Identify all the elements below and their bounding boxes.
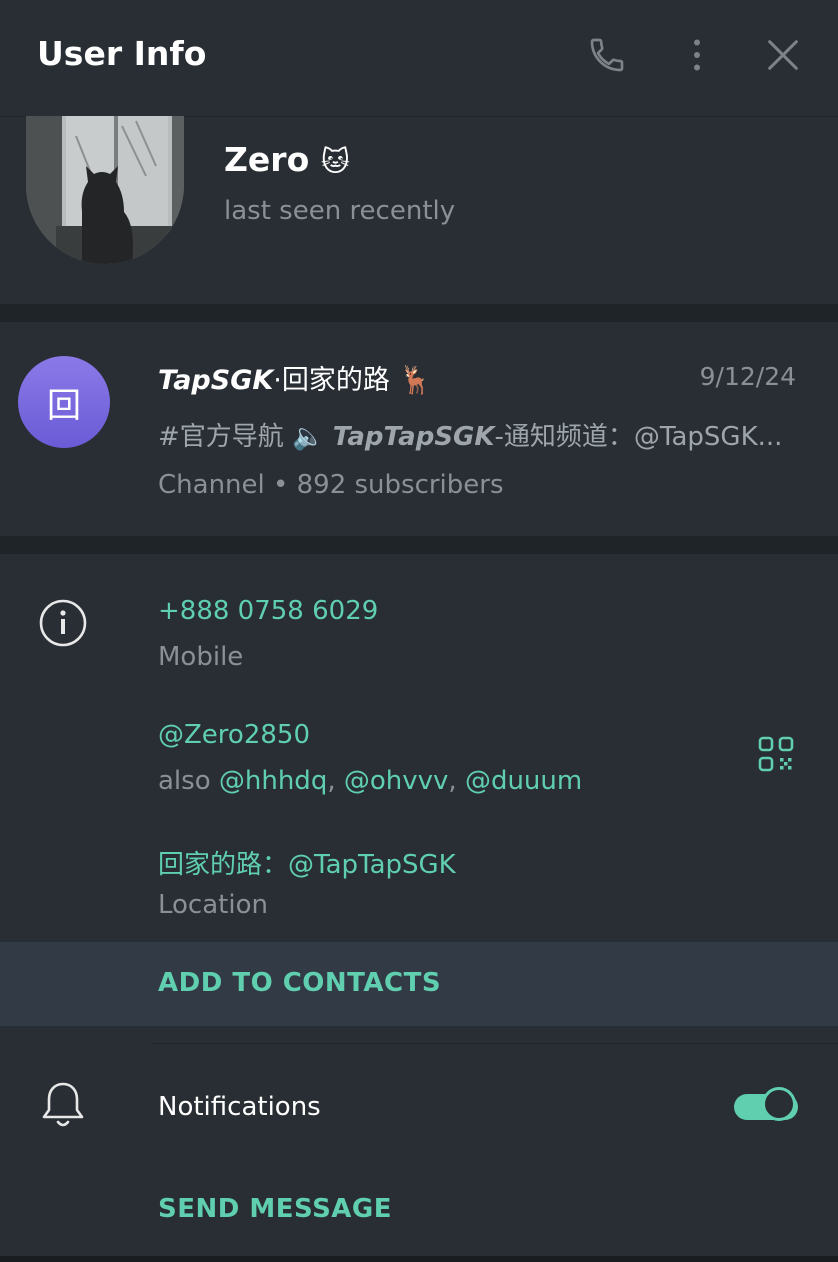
page-title: User Info [37, 34, 207, 73]
channel-preview-rest: -通知频道：@TapSGK... [494, 422, 783, 452]
location-value[interactable]: 回家的路：@TapTapSGK [158, 844, 456, 881]
bottom-strip [0, 1256, 838, 1262]
profile-name: Zero 🐱 [224, 140, 350, 179]
profile-status: last seen recently [224, 196, 456, 226]
channel-avatar: 回 [18, 356, 110, 448]
channel-name: TapSGK·回家的路 🦌 [158, 358, 432, 397]
alt-username-link[interactable]: @ohvvv [344, 766, 449, 796]
notifications-label: Notifications [158, 1092, 321, 1122]
channel-avatar-glyph: 回 [47, 385, 81, 426]
cat-emoji-icon: 🐱 [320, 145, 350, 178]
section-separator [0, 536, 838, 554]
also-usernames: also @hhhdq, @ohvvv, @duuum [158, 766, 582, 796]
personal-channel-item[interactable]: 回 TapSGK·回家的路 🦌 9/12/24 #官方导航 🔈 TapTapSG… [0, 322, 838, 536]
channel-name-rest: ·回家的路 🦌 [273, 365, 433, 396]
info-icon [38, 598, 88, 652]
add-to-contacts-label: ADD TO CONTACTS [158, 968, 442, 998]
avatar-photo [26, 116, 184, 264]
call-button[interactable] [585, 33, 629, 77]
more-vertical-icon [694, 39, 700, 71]
channel-preview-prefix: #官方导航 🔈 [158, 422, 333, 452]
avatar[interactable] [26, 116, 184, 264]
username[interactable]: @Zero2850 [158, 720, 310, 750]
divider [152, 1043, 838, 1044]
bell-icon [40, 1080, 86, 1134]
alt-username-link[interactable]: @hhhdq [219, 766, 327, 796]
send-message-button[interactable]: SEND MESSAGE [158, 1194, 392, 1224]
notifications-row[interactable]: Notifications [0, 1060, 838, 1156]
phone-label: Mobile [158, 642, 244, 672]
also-prefix: also [158, 766, 219, 796]
channel-preview-bold: TapTapSGK [332, 422, 495, 452]
comma-separator: , [327, 766, 344, 796]
channel-meta: Channel • 892 subscribers [158, 470, 504, 500]
toggle-knob [762, 1087, 796, 1121]
qr-code-icon [758, 736, 794, 772]
phone-number[interactable]: +888 0758 6029 [158, 596, 378, 626]
location-label: Location [158, 890, 268, 920]
qr-code-button[interactable] [758, 736, 794, 776]
channel-name-bold: TapSGK [158, 365, 274, 396]
channel-preview: #官方导航 🔈 TapTapSGK-通知频道：@TapSGK... [158, 416, 798, 453]
channel-date: 9/12/24 [699, 362, 796, 391]
phone-icon [590, 38, 624, 72]
profile-name-text: Zero [224, 140, 310, 179]
alt-username-link[interactable]: @duuum [465, 766, 582, 796]
close-icon [768, 40, 798, 70]
close-button[interactable] [761, 33, 805, 77]
more-options-button[interactable] [675, 33, 719, 77]
comma-separator: , [448, 766, 465, 796]
info-section: +888 0758 6029 Mobile @Zero2850 also @hh… [0, 554, 838, 942]
notifications-toggle[interactable] [734, 1086, 800, 1126]
profile-section: Zero 🐱 last seen recently [0, 116, 838, 304]
header-bar: User Info [0, 0, 838, 117]
add-to-contacts-button[interactable]: ADD TO CONTACTS [0, 942, 838, 1026]
section-separator [0, 304, 838, 322]
